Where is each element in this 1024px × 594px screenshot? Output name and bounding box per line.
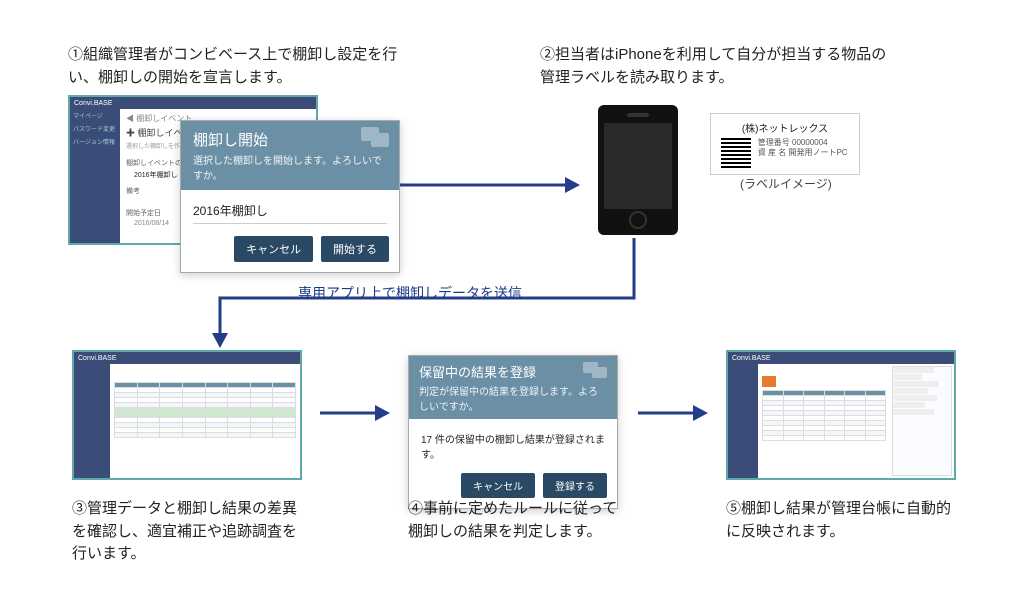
app-sidebar xyxy=(728,364,758,478)
app-titlebar: Convi.BASE xyxy=(728,352,954,364)
app-window-3: Convi.BASE xyxy=(72,350,302,480)
menu-item: マイページ xyxy=(70,109,120,122)
menu-item: バージョン情報 xyxy=(70,135,120,148)
app-titlebar: Convi.BASE xyxy=(74,352,300,364)
speech-icon xyxy=(583,362,609,382)
ledger-table xyxy=(762,390,886,441)
label-mgmtno-v: 00000004 xyxy=(792,138,828,147)
dialog-header: 棚卸し開始 選択した棚卸しを開始します。よろしいですか。 xyxy=(181,121,399,190)
label-caption: (ラベルイメージ) xyxy=(740,175,832,192)
dialog-msg: 17 件の保留中の棚卸し結果が登録されます。 xyxy=(409,419,617,473)
arrow-4-5 xyxy=(638,398,708,428)
label-asset-v: 開発用ノートPC xyxy=(788,148,847,157)
label-asset-l: 資 産 名 xyxy=(758,148,786,157)
app-brand: Convi.BASE xyxy=(78,355,117,362)
dialog-title: 保留中の結果を登録 xyxy=(419,362,607,381)
qr-icon xyxy=(721,138,751,168)
step3-text: ③管理データと棚卸し結果の差異を確認し、適宜補正や追跡調査を行います。 xyxy=(72,498,302,566)
dialog-title: 棚卸し開始 xyxy=(193,129,387,150)
app-brand: Convi.BASE xyxy=(732,355,771,362)
label-company: (株)ネットレックス xyxy=(721,120,849,135)
app-main xyxy=(110,364,300,442)
app-main xyxy=(758,364,954,478)
dialog-body: 2016年棚卸し xyxy=(181,190,399,236)
step2-text: ②担当者はiPhoneを利用して自分が担当する物品の管理ラベルを読み取ります。 xyxy=(540,44,900,89)
dialog-header: 保留中の結果を登録 判定が保留中の結果を登録します。よろしいですか。 xyxy=(409,356,617,419)
app-brand: Convi.BASE xyxy=(74,100,113,107)
dialog-subtitle: 判定が保留中の結果を登録します。よろしいですか。 xyxy=(419,383,607,413)
dialog-field: 2016年棚卸し xyxy=(193,202,387,224)
badge xyxy=(762,376,776,387)
phone-screen xyxy=(604,123,672,209)
speech-icon xyxy=(361,127,391,151)
menu-item: パスワード変更 xyxy=(70,122,120,135)
cancel-button[interactable]: キャンセル xyxy=(461,473,535,498)
step4-text: ④事前に定めたルールに従って棚卸しの結果を判定します。 xyxy=(408,498,618,543)
step1-text: ①組織管理者がコンビベース上で棚卸し設定を行い、棚卸しの開始を宣言します。 xyxy=(68,44,408,89)
flow-note: 専用アプリ上で棚卸しデータを送信 xyxy=(298,283,522,303)
phone-device xyxy=(598,105,678,235)
app-window-5: Convi.BASE xyxy=(726,350,956,480)
register-button[interactable]: 登録する xyxy=(543,473,607,498)
label-lines: 管理番号 00000004 資 産 名 開発用ノートPC xyxy=(758,138,848,159)
app-sidebar: マイページ パスワード変更 バージョン情報 xyxy=(70,109,120,243)
arrow-3-4 xyxy=(320,398,390,428)
dialog-register-pending: 保留中の結果を登録 判定が保留中の結果を登録します。よろしいですか。 17 件の… xyxy=(408,355,618,509)
label-mgmtno-l: 管理番号 xyxy=(758,138,790,147)
step5-text: ⑤棚卸し結果が管理台帳に自動的に反映されます。 xyxy=(726,498,956,543)
app-titlebar: Convi.BASE xyxy=(70,97,316,109)
dialog-subtitle: 選択した棚卸しを開始します。よろしいですか。 xyxy=(193,152,387,182)
arrow-1-2 xyxy=(400,170,580,200)
app-sidebar xyxy=(74,364,110,478)
detail-panel xyxy=(892,366,952,476)
asset-label: (株)ネットレックス 管理番号 00000004 資 産 名 開発用ノートPC xyxy=(710,113,860,175)
result-table xyxy=(114,382,296,438)
